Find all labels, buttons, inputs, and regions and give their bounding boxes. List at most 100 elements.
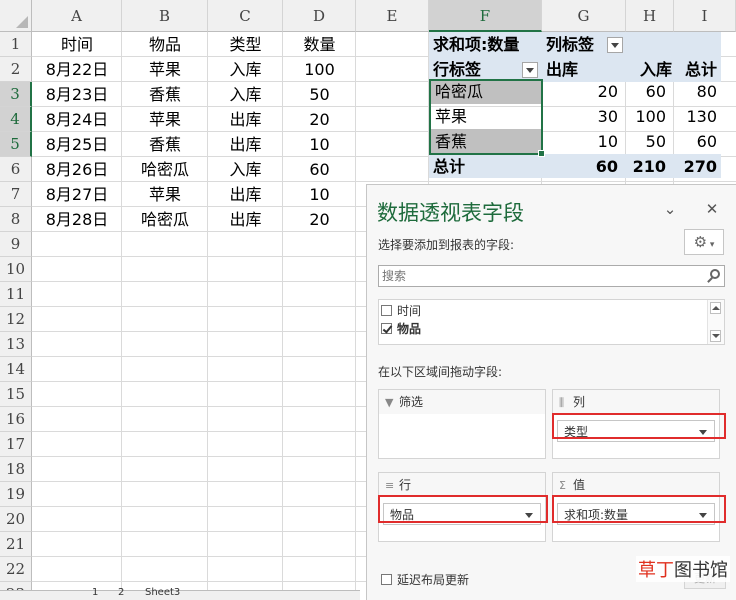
cell-type[interactable]: 入库 <box>208 57 283 82</box>
row-header[interactable]: 6 <box>0 157 32 182</box>
row-header[interactable]: 18 <box>0 457 32 482</box>
col-header-a[interactable]: A <box>32 0 122 32</box>
cell-qty[interactable]: 50 <box>283 82 356 107</box>
cell-goods[interactable]: 香蕉 <box>122 82 208 107</box>
row-header[interactable]: 15 <box>0 382 32 407</box>
drag-fields-label: 在以下区域间拖动字段: <box>378 365 503 379</box>
row-header[interactable]: 10 <box>0 257 32 282</box>
cell-type[interactable]: 入库 <box>208 82 283 107</box>
col-header-d[interactable]: D <box>283 0 356 32</box>
cell-goods[interactable]: 苹果 <box>122 107 208 132</box>
cell-selection[interactable] <box>429 79 545 157</box>
row-label-filter-dropdown[interactable] <box>522 62 538 78</box>
col-header-f[interactable]: F <box>429 0 542 32</box>
row-header[interactable]: 22 <box>0 557 32 582</box>
field-search[interactable] <box>378 265 725 287</box>
checkbox[interactable] <box>381 323 392 334</box>
field-item-goods[interactable]: 物品 <box>381 320 421 338</box>
select-all-corner[interactable] <box>0 0 32 32</box>
cell-type[interactable]: 出库 <box>208 132 283 157</box>
pivot-value-cell[interactable]: 50 <box>626 129 674 154</box>
cell-type[interactable]: 出库 <box>208 207 283 232</box>
sheet-tab[interactable]: 2 <box>118 587 124 598</box>
col-header-g[interactable]: G <box>542 0 626 32</box>
tools-button[interactable]: ⚙ ▾ <box>684 229 724 255</box>
pivot-value-cell[interactable]: 60 <box>674 129 721 154</box>
row-header[interactable]: 21 <box>0 532 32 557</box>
pivot-total-in: 210 <box>632 157 666 176</box>
col-header-b[interactable]: B <box>122 0 208 32</box>
cell-type[interactable]: 出库 <box>208 182 283 207</box>
row-header[interactable]: 4 <box>0 107 32 132</box>
cell-time[interactable]: 8月28日 <box>32 207 122 232</box>
scroll-up-icon[interactable] <box>710 302 721 314</box>
cell-time[interactable]: 8月24日 <box>32 107 122 132</box>
row-header[interactable]: 3 <box>0 82 32 107</box>
close-icon[interactable]: ✕ <box>702 199 722 219</box>
chevron-down-icon[interactable]: ⌄ <box>660 199 680 219</box>
cell-type[interactable]: 入库 <box>208 157 283 182</box>
field-list-scrollbar[interactable] <box>707 300 724 344</box>
row-header[interactable]: 8 <box>0 207 32 232</box>
cell-time[interactable]: 8月25日 <box>32 132 122 157</box>
cell-time[interactable]: 8月23日 <box>32 82 122 107</box>
row-header[interactable]: 5 <box>0 132 32 157</box>
cell-qty[interactable]: 20 <box>283 107 356 132</box>
col-header-i[interactable]: I <box>674 0 736 32</box>
col-header-e[interactable]: E <box>356 0 429 32</box>
scroll-down-icon[interactable] <box>710 330 721 342</box>
cell-qty[interactable]: 10 <box>283 182 356 207</box>
pivot-value-cell[interactable]: 100 <box>626 104 674 129</box>
header-qty[interactable]: 数量 <box>283 32 356 57</box>
pivot-value-cell[interactable]: 30 <box>542 104 626 129</box>
row-header[interactable]: 16 <box>0 407 32 432</box>
pivot-value-cell[interactable]: 130 <box>674 104 721 129</box>
cell-qty[interactable]: 60 <box>283 157 356 182</box>
cell-qty[interactable]: 20 <box>283 207 356 232</box>
row-header[interactable]: 13 <box>0 332 32 357</box>
pivot-value-cell[interactable]: 80 <box>674 79 721 104</box>
pivot-value-cell[interactable]: 20 <box>542 79 626 104</box>
defer-layout-update[interactable]: 延迟布局更新 <box>381 571 469 588</box>
pivot-value-cell[interactable]: 10 <box>542 129 626 154</box>
sheet-tab[interactable]: 1 <box>92 587 98 598</box>
col-header-h[interactable]: H <box>626 0 674 32</box>
cell-time[interactable]: 8月22日 <box>32 57 122 82</box>
field-list: 时间 物品 <box>378 299 725 345</box>
search-input[interactable] <box>379 266 702 286</box>
checkbox[interactable] <box>381 574 392 585</box>
cell-qty[interactable]: 10 <box>283 132 356 157</box>
row-header[interactable]: 11 <box>0 282 32 307</box>
cell-goods[interactable]: 哈密瓜 <box>122 207 208 232</box>
col-header-c[interactable]: C <box>208 0 283 32</box>
row-header[interactable]: 17 <box>0 432 32 457</box>
cell-goods[interactable]: 香蕉 <box>122 132 208 157</box>
cell-goods[interactable]: 苹果 <box>122 57 208 82</box>
row-header[interactable]: 20 <box>0 507 32 532</box>
cell-goods[interactable]: 苹果 <box>122 182 208 207</box>
row-header[interactable]: 9 <box>0 232 32 257</box>
pivot-value-caption: 求和项:数量 <box>433 35 520 54</box>
header-time[interactable]: 时间 <box>32 32 122 57</box>
header-type[interactable]: 类型 <box>208 32 283 57</box>
row-header[interactable]: 2 <box>0 57 32 82</box>
row-header[interactable]: 7 <box>0 182 32 207</box>
cell-time[interactable]: 8月27日 <box>32 182 122 207</box>
pivot-value-cell[interactable]: 60 <box>626 79 674 104</box>
cell-qty[interactable]: 100 <box>283 57 356 82</box>
field-item-time[interactable]: 时间 <box>381 302 421 320</box>
sheet-tab[interactable]: Sheet3 <box>145 587 180 598</box>
cell-goods[interactable]: 哈密瓜 <box>122 157 208 182</box>
search-icon[interactable] <box>710 269 720 279</box>
filter-area[interactable]: ▼ 筛选 <box>378 389 546 459</box>
col-label-filter-dropdown[interactable] <box>607 37 623 53</box>
checkbox[interactable] <box>381 305 392 316</box>
row-header[interactable]: 1 <box>0 32 32 57</box>
header-goods[interactable]: 物品 <box>122 32 208 57</box>
row-header[interactable]: 14 <box>0 357 32 382</box>
row-header[interactable]: 12 <box>0 307 32 332</box>
row-header[interactable]: 19 <box>0 482 32 507</box>
columns-icon: ⫼ <box>559 396 565 409</box>
cell-time[interactable]: 8月26日 <box>32 157 122 182</box>
cell-type[interactable]: 出库 <box>208 107 283 132</box>
